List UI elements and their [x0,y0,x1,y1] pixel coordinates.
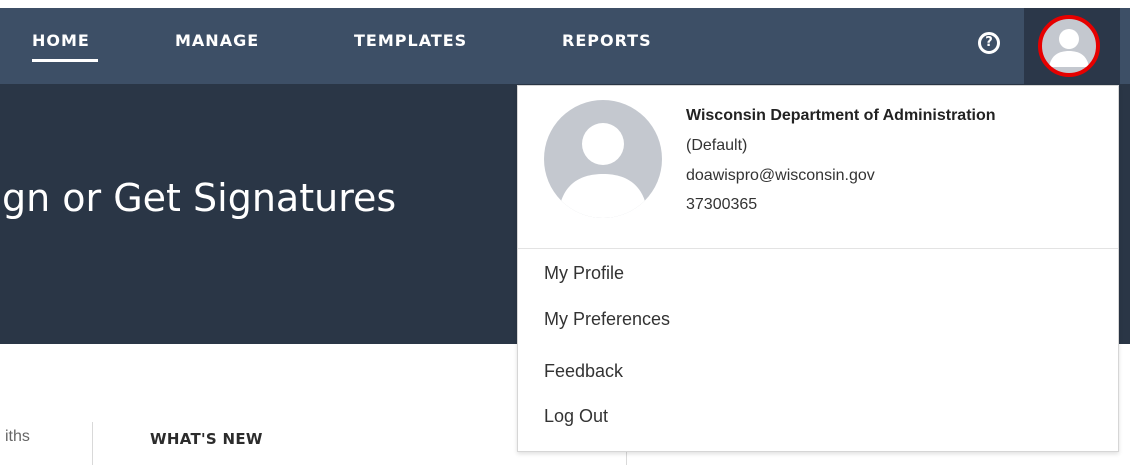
menu-item-log-out[interactable]: Log Out [544,406,608,427]
top-strip [0,0,1130,8]
tab-templates[interactable]: TEMPLATES [354,8,467,84]
months-label: iths [5,428,30,445]
account-email: doawispro@wisconsin.gov [686,167,875,184]
user-avatar-icon[interactable] [1038,15,1100,77]
help-icon[interactable]: ? [978,32,1000,54]
account-default-label: (Default) [686,137,748,154]
hero-title: gn or Get Signatures [2,176,397,220]
account-button-area [1024,8,1120,84]
account-dropdown-menu: Wisconsin Department of Administration (… [517,85,1119,452]
menu-item-my-profile[interactable]: My Profile [544,263,624,284]
profile-avatar-icon [544,100,662,218]
tab-reports[interactable]: REPORTS [562,8,652,84]
top-nav-bar: HOME MANAGE TEMPLATES REPORTS ? [0,8,1130,84]
active-tab-underline [32,59,98,62]
menu-separator [518,248,1118,249]
menu-item-feedback[interactable]: Feedback [544,361,623,382]
app-frame: HOME MANAGE TEMPLATES REPORTS ? gn or Ge… [0,0,1130,465]
column-divider [92,422,93,465]
whats-new-heading: WHAT'S NEW [150,430,263,448]
tab-home[interactable]: HOME [32,8,90,84]
account-org-name: Wisconsin Department of Administration [686,107,996,124]
account-id: 37300365 [686,196,758,213]
menu-item-my-preferences[interactable]: My Preferences [544,309,670,330]
tab-manage[interactable]: MANAGE [175,8,259,84]
